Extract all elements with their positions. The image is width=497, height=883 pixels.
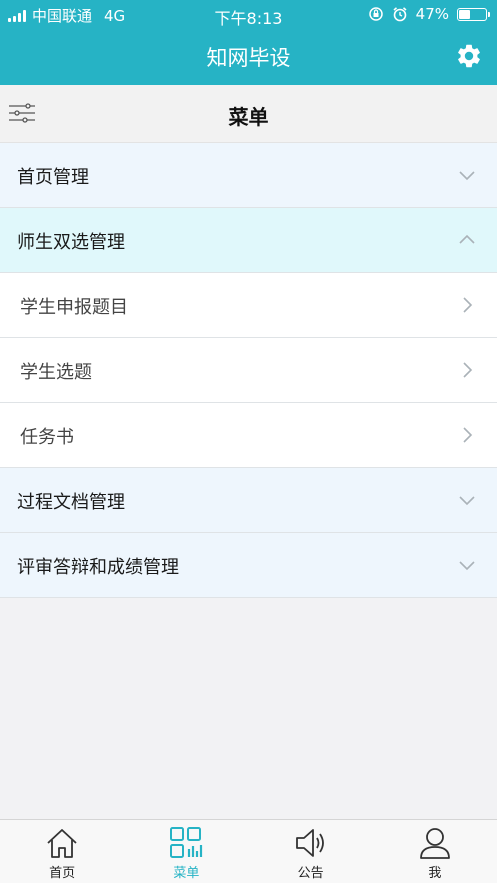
tab-home[interactable]: 首页: [0, 820, 124, 883]
tab-bar: 首页 菜单 公告 我: [0, 819, 497, 883]
menu-label: 评审答辩和成绩管理: [17, 557, 179, 578]
menu-section-process-documents[interactable]: 过程文档管理: [0, 468, 497, 533]
menu-item-task-book[interactable]: 任务书: [0, 403, 497, 468]
nav-bar: 知网毕设: [0, 28, 497, 85]
orientation-lock-icon: [368, 7, 383, 21]
chevron-right-icon: [463, 427, 473, 443]
alarm-icon: [393, 7, 407, 22]
menu-item-student-topic-declaration[interactable]: 学生申报题目: [0, 273, 497, 338]
status-bar: 中国联通 4G 下午8:13 47%: [0, 0, 497, 28]
tab-label: 我: [428, 866, 442, 881]
tab-label: 首页: [49, 866, 76, 881]
menu-label: 任务书: [20, 427, 74, 448]
tab-menu[interactable]: 菜单: [124, 820, 248, 883]
chevron-right-icon: [463, 297, 473, 313]
menu-label: 学生选题: [20, 362, 92, 383]
chevron-down-icon: [459, 171, 475, 181]
status-right: 47%: [368, 5, 490, 23]
menu-label: 师生双选管理: [17, 232, 125, 253]
user-icon: [419, 828, 450, 859]
tab-label: 公告: [297, 866, 324, 881]
battery-fill: [459, 9, 471, 19]
grid-menu-icon: [170, 827, 203, 858]
menu-section-mutual-selection[interactable]: 师生双选管理: [0, 208, 497, 273]
menu-list: 首页管理 师生双选管理 学生申报题目 学生选题 任务书 过程文档管理 评审答辩和…: [0, 143, 497, 598]
menu-label: 学生申报题目: [20, 297, 128, 318]
menu-label: 首页管理: [17, 167, 89, 188]
menu-header: 菜单: [0, 85, 497, 143]
menu-section-home[interactable]: 首页管理: [0, 143, 497, 208]
home-icon: [47, 829, 77, 858]
tab-me[interactable]: 我: [373, 820, 497, 883]
gear-icon[interactable]: [455, 42, 483, 70]
menu-item-student-topic-selection[interactable]: 学生选题: [0, 338, 497, 403]
chevron-up-icon: [459, 234, 475, 244]
menu-section-review-defense-grades[interactable]: 评审答辩和成绩管理: [0, 533, 497, 598]
tab-label: 菜单: [173, 866, 200, 881]
battery-percent: 47%: [415, 5, 449, 23]
chevron-down-icon: [459, 496, 475, 506]
chevron-right-icon: [463, 362, 473, 378]
menu-title: 菜单: [228, 105, 269, 129]
chevron-down-icon: [459, 561, 475, 571]
app-title: 知网毕设: [206, 46, 291, 70]
speaker-icon: [295, 829, 324, 857]
tab-announcements[interactable]: 公告: [249, 820, 373, 883]
menu-label: 过程文档管理: [17, 492, 125, 513]
battery-icon: [457, 7, 490, 21]
